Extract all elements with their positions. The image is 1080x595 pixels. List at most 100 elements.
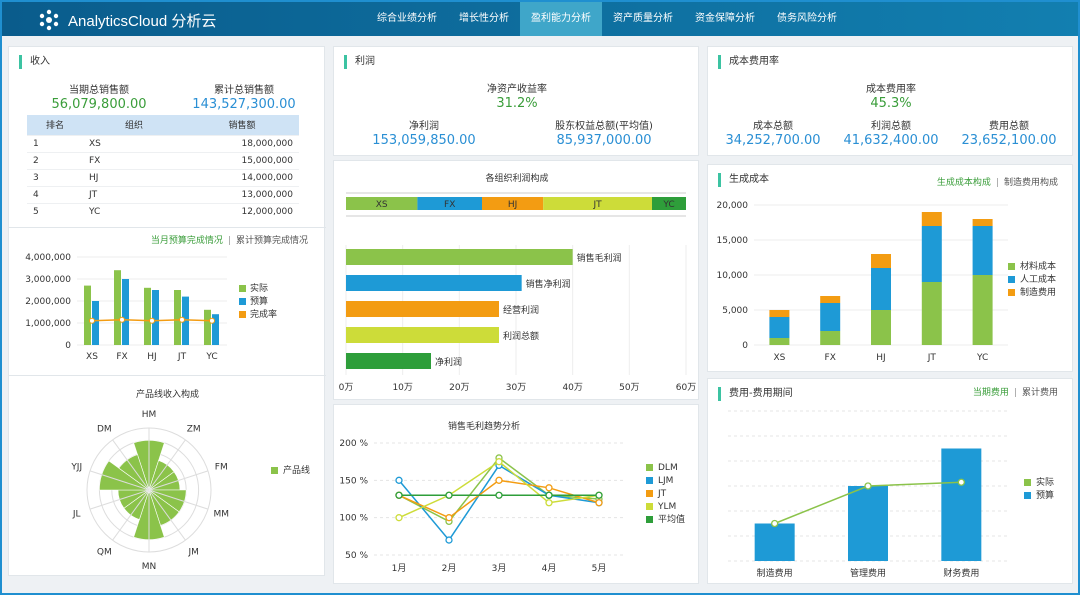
- y-tick-label: 0: [742, 341, 748, 351]
- hbar-经营利润: [346, 301, 499, 317]
- x-tick-label: 5月: [592, 563, 607, 574]
- legend-item: JT: [646, 488, 685, 501]
- cost-toggle: 生成成本构成 | 制造费用构成: [936, 178, 1058, 188]
- legend-label: 完成率: [250, 308, 277, 320]
- expense-legend: 实际 预算: [1024, 477, 1054, 503]
- stack-bar-材料成本: [871, 310, 891, 345]
- divider: [9, 227, 326, 228]
- legend-label: 实际: [250, 282, 268, 294]
- rank-cell: 4: [27, 185, 83, 203]
- nav-tab-overall[interactable]: 综合业绩分析: [366, 2, 448, 36]
- column-header: 销售额: [185, 115, 299, 135]
- x-tick-label: 50万: [619, 383, 639, 393]
- total-sales-label: 累计总销售额: [214, 85, 274, 96]
- toggle-cumulative-budget[interactable]: 累计预算完成情况: [236, 236, 308, 246]
- legend-item: 制造费用: [1008, 287, 1056, 300]
- expense-panel: 费用-费用期间 当期费用 | 累计费用 制造费用 管理费用 财务费用 实际 预算: [707, 378, 1073, 584]
- toggle-cumulative-expense[interactable]: 累计费用: [1022, 388, 1058, 398]
- expense-toggle: 当期费用 | 累计费用: [972, 388, 1058, 398]
- radar-axis-label: DM: [97, 425, 112, 435]
- profit-panel: 利润 净资产收益率 31.2% 净利润 153,059,850.00 股东权益总…: [333, 46, 699, 156]
- sales-cell: 12,000,000: [185, 202, 299, 220]
- trend-point: [495, 458, 503, 466]
- bar-预算: [122, 279, 129, 345]
- x-tick-label: 制造费用: [757, 567, 793, 579]
- stack-bar-人工成本: [769, 317, 790, 338]
- legend-label: 预算: [250, 295, 268, 307]
- x-tick-label: JT: [927, 353, 937, 363]
- stack-legend: 材料成本 人工成本 制造费用: [1008, 261, 1056, 300]
- logo-icon: [39, 9, 59, 31]
- bar-实际: [144, 287, 151, 345]
- org-profit-panel: 各组织利润构成 XS FX HJ JT YC 0万 10万 20万 30万 40万 50万 60万 销…: [333, 160, 699, 400]
- radar-axis-label: FM: [215, 463, 228, 473]
- panel-title: 费用-费用期间: [718, 387, 793, 401]
- sales-cell: 18,000,000: [185, 134, 299, 152]
- toggle-monthly-budget[interactable]: 当月预算完成情况: [151, 236, 223, 246]
- rank-cell: 1: [27, 134, 83, 152]
- budget-chart: 0 1,000,000 2,000,000 3,000,000 4,000,000 XS F…: [25, 253, 277, 362]
- radar-axis-label: JM: [187, 547, 198, 557]
- table-row[interactable]: 5 YC 12,000,000: [27, 202, 299, 220]
- stack-bar-制造费用: [921, 212, 942, 226]
- income-panel: 收入 当期总销售额 56,079,800.00 累计总销售额 143,527,3…: [8, 46, 326, 576]
- rank-cell: 2: [27, 151, 83, 169]
- nav-tab-profitability[interactable]: 盈利能力分析: [520, 2, 602, 36]
- y-tick-label: 200 %: [339, 439, 368, 449]
- nav-tab-funding[interactable]: 资金保障分析: [684, 2, 766, 36]
- fee-total-label: 费用总额: [989, 121, 1029, 132]
- legend-item: 材料成本: [1008, 261, 1056, 274]
- y-tick-label: 150 %: [339, 476, 368, 486]
- completion-rate-point: [89, 317, 95, 324]
- x-tick-label: HJ: [147, 352, 156, 362]
- cost-rate-value: 45.3%: [870, 96, 912, 111]
- toggle-production-cost[interactable]: 生成成本构成: [937, 178, 991, 188]
- bar-预算: [152, 290, 159, 345]
- production-cost-stacked-chart: 0 5,000 10,000 15,000 20,000 XS FX HJ JT YC: [717, 201, 1008, 363]
- y-tick-label: 5,000: [722, 306, 748, 316]
- x-tick-label: 60万: [676, 383, 696, 393]
- bar-实际: [204, 309, 211, 345]
- nav-tab-growth[interactable]: 增长性分析: [448, 2, 520, 36]
- table-row[interactable]: 4 JT 13,000,000: [27, 185, 299, 203]
- stack-bar-材料成本: [820, 331, 841, 345]
- table-row[interactable]: 2 FX 15,000,000: [27, 151, 299, 169]
- nav-tab-asset-quality[interactable]: 资产质量分析: [602, 2, 684, 36]
- table-row[interactable]: 3 HJ 14,000,000: [27, 168, 299, 186]
- legend-swatch: [239, 285, 246, 292]
- stack-bar-制造费用: [972, 219, 993, 226]
- net-profit-label: 净利润: [409, 121, 439, 132]
- x-tick-label: 0万: [339, 383, 354, 393]
- stack-bar-材料成本: [769, 338, 790, 345]
- sales-cell: 15,000,000: [185, 151, 299, 169]
- divider: [9, 375, 326, 376]
- trend-point: [445, 491, 453, 499]
- trend-legend: DLM LJM JT YLM 平均值: [646, 462, 685, 527]
- equity-label: 股东权益总额(平均值): [555, 121, 653, 132]
- radar-axis-label: MN: [142, 562, 157, 572]
- column-header: 排名: [27, 115, 83, 135]
- toggle-manufacturing-cost[interactable]: 制造费用构成: [1004, 178, 1058, 188]
- table-row[interactable]: 1 XS 18,000,000: [27, 134, 299, 152]
- current-sales-value: 56,079,800.00: [51, 97, 147, 112]
- y-tick-label: 4,000,000: [25, 253, 71, 263]
- x-tick-label: 30万: [506, 383, 526, 393]
- trend-point: [395, 514, 403, 522]
- x-tick-label: FX: [116, 352, 127, 362]
- org-segment-label: HJ: [508, 200, 517, 210]
- legend-item: 预算: [1024, 490, 1054, 503]
- toggle-current-expense[interactable]: 当期费用: [973, 388, 1009, 398]
- completion-rate-point: [119, 316, 125, 323]
- bar-实际: [84, 285, 91, 345]
- stack-bar-人工成本: [972, 226, 993, 275]
- x-tick-label: 4月: [542, 563, 557, 574]
- x-tick-label: 1月: [392, 563, 407, 574]
- hbar-利润总额: [346, 327, 499, 343]
- nav-tab-debt-risk[interactable]: 债务风险分析: [766, 2, 848, 36]
- current-sales-label: 当期总销售额: [69, 85, 129, 96]
- trend-point: [495, 476, 503, 484]
- cost-rate-panel: 成本费用率 成本费用率 45.3% 成本总额 34,252,700.00 利润总…: [707, 46, 1073, 156]
- sales-ranking-table: 排名 组织 销售额 1 XS 18,000,000 2 FX 15,000,000 3H…: [27, 115, 299, 220]
- budget-toggle: 当月预算完成情况 | 累计预算完成情况: [150, 236, 308, 246]
- expense-actual-point: [957, 478, 965, 486]
